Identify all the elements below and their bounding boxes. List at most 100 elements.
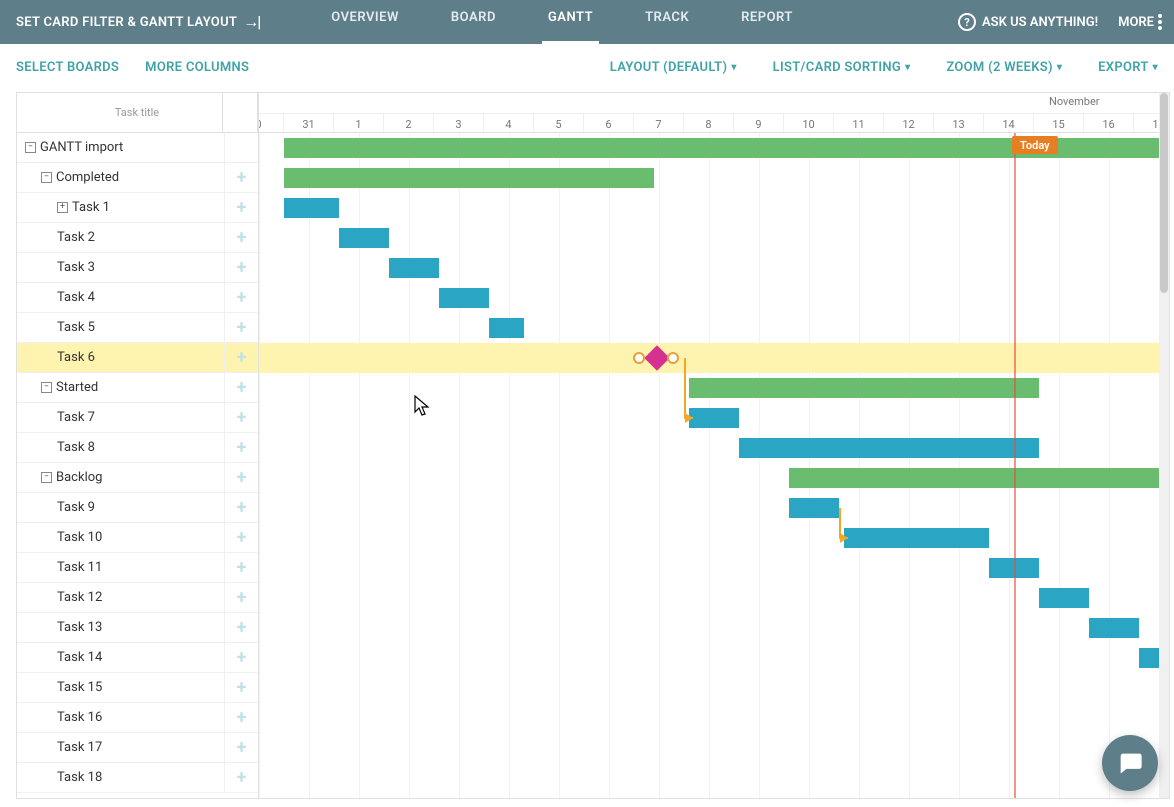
gantt-bar-t7[interactable] bbox=[689, 408, 739, 428]
add-subtask-button[interactable]: + bbox=[224, 763, 258, 792]
task-row-t7[interactable]: Task 7+ bbox=[17, 403, 258, 433]
task-row-t5[interactable]: Task 5+ bbox=[17, 313, 258, 343]
gantt-bar-t8[interactable] bbox=[739, 438, 1039, 458]
chart-row-t17[interactable] bbox=[259, 733, 1169, 763]
add-subtask-button[interactable]: + bbox=[224, 163, 258, 192]
chat-launcher-button[interactable] bbox=[1102, 735, 1158, 791]
tab-report[interactable]: REPORT bbox=[735, 10, 799, 44]
gantt-chart[interactable]: 0311234567891011121314151617 November To… bbox=[259, 93, 1169, 798]
right-item-layout-default[interactable]: LAYOUT (DEFAULT)▾ bbox=[610, 60, 737, 75]
more-menu-button[interactable]: MORE bbox=[1118, 14, 1162, 30]
add-subtask-button[interactable]: + bbox=[224, 313, 258, 342]
toolbar: SELECT BOARDS MORE COLUMNS LAYOUT (DEFAUL… bbox=[0, 44, 1174, 90]
vertical-scrollbar[interactable] bbox=[1159, 93, 1169, 798]
task-row-t16[interactable]: Task 16+ bbox=[17, 703, 258, 733]
gantt-bar-t12[interactable] bbox=[1039, 588, 1089, 608]
task-row-t18[interactable]: Task 18+ bbox=[17, 763, 258, 793]
task-row-t11[interactable]: Task 11+ bbox=[17, 553, 258, 583]
add-subtask-button[interactable]: + bbox=[224, 433, 258, 462]
task-row-t2[interactable]: Task 2+ bbox=[17, 223, 258, 253]
chart-row-t2[interactable] bbox=[259, 223, 1169, 253]
scrollbar-thumb[interactable] bbox=[1160, 93, 1168, 293]
task-row-label-wrap: Task 5 bbox=[17, 320, 224, 335]
gantt-bar-t13[interactable] bbox=[1089, 618, 1139, 638]
tab-overview[interactable]: OVERVIEW bbox=[325, 10, 405, 44]
chart-row-t16[interactable] bbox=[259, 703, 1169, 733]
chart-row-t10[interactable] bbox=[259, 523, 1169, 553]
add-subtask-button[interactable]: + bbox=[224, 553, 258, 582]
gantt-bar-t1[interactable] bbox=[284, 198, 339, 218]
task-row-t12[interactable]: Task 12+ bbox=[17, 583, 258, 613]
chart-row-t13[interactable] bbox=[259, 613, 1169, 643]
collapse-icon[interactable]: − bbox=[41, 382, 52, 393]
tab-track[interactable]: TRACK bbox=[639, 10, 695, 44]
gantt-bar-t9[interactable] bbox=[789, 498, 839, 518]
task-row-t15[interactable]: Task 15+ bbox=[17, 673, 258, 703]
add-subtask-button[interactable]: + bbox=[224, 373, 258, 402]
task-row-t8[interactable]: Task 8+ bbox=[17, 433, 258, 463]
left-item-select-boards[interactable]: SELECT BOARDS bbox=[16, 60, 119, 75]
chart-row-t12[interactable] bbox=[259, 583, 1169, 613]
gantt-bar-t5[interactable] bbox=[489, 318, 524, 338]
right-item-export[interactable]: EXPORT▾ bbox=[1098, 60, 1158, 75]
chart-row-t15[interactable] bbox=[259, 673, 1169, 703]
task-row-t6[interactable]: Task 6+ bbox=[17, 343, 258, 373]
chart-row-t9[interactable] bbox=[259, 493, 1169, 523]
task-row-t10[interactable]: Task 10+ bbox=[17, 523, 258, 553]
tab-board[interactable]: BOARD bbox=[445, 10, 502, 44]
add-subtask-button[interactable]: + bbox=[224, 673, 258, 702]
chart-row-t14[interactable] bbox=[259, 643, 1169, 673]
right-item-zoom-2-weeks[interactable]: ZOOM (2 WEEKS)▾ bbox=[946, 60, 1062, 75]
add-subtask-button[interactable]: + bbox=[224, 493, 258, 522]
task-row-t14[interactable]: Task 14+ bbox=[17, 643, 258, 673]
chart-row-t1[interactable] bbox=[259, 193, 1169, 223]
task-row-backlog[interactable]: −Backlog+ bbox=[17, 463, 258, 493]
gantt-bar-started[interactable] bbox=[689, 378, 1039, 398]
task-row-root[interactable]: −GANTT import bbox=[17, 133, 258, 163]
add-subtask-button[interactable]: + bbox=[224, 463, 258, 492]
milestone-handle-right[interactable] bbox=[667, 352, 679, 364]
gantt-bar-t4[interactable] bbox=[439, 288, 489, 308]
task-row-t4[interactable]: Task 4+ bbox=[17, 283, 258, 313]
add-subtask-button[interactable]: + bbox=[224, 583, 258, 612]
task-row-started[interactable]: −Started+ bbox=[17, 373, 258, 403]
add-subtask-button[interactable]: + bbox=[224, 523, 258, 552]
milestone-handle-left[interactable] bbox=[633, 352, 645, 364]
left-item-more-columns[interactable]: MORE COLUMNS bbox=[145, 60, 249, 75]
add-subtask-button[interactable]: + bbox=[224, 223, 258, 252]
chart-row-t18[interactable] bbox=[259, 763, 1169, 793]
gantt-bar-completed[interactable] bbox=[284, 168, 654, 188]
expand-icon[interactable]: + bbox=[57, 202, 68, 213]
gantt-body[interactable]: Today bbox=[259, 133, 1169, 798]
collapse-icon[interactable]: − bbox=[25, 142, 36, 153]
add-subtask-button[interactable]: + bbox=[224, 283, 258, 312]
add-subtask-button[interactable]: + bbox=[224, 613, 258, 642]
add-subtask-button[interactable]: + bbox=[224, 643, 258, 672]
right-item-list-card-sorting[interactable]: LIST/CARD SORTING▾ bbox=[773, 60, 911, 75]
task-row-t17[interactable]: Task 17+ bbox=[17, 733, 258, 763]
task-row-t1[interactable]: +Task 1+ bbox=[17, 193, 258, 223]
add-subtask-button[interactable]: + bbox=[224, 403, 258, 432]
tab-gantt[interactable]: GANTT bbox=[542, 10, 599, 44]
task-row-completed[interactable]: −Completed+ bbox=[17, 163, 258, 193]
gantt-bar-t10[interactable] bbox=[844, 528, 989, 548]
gantt-bar-backlog[interactable] bbox=[789, 468, 1169, 488]
set-filter-button[interactable]: SET CARD FILTER & GANTT LAYOUT →| bbox=[0, 0, 275, 44]
ask-us-anything-button[interactable]: ? ASK US ANYTHING! bbox=[958, 13, 1098, 31]
add-subtask-button[interactable]: + bbox=[224, 253, 258, 282]
gantt-bar-t2[interactable] bbox=[339, 228, 389, 248]
chart-row-t4[interactable] bbox=[259, 283, 1169, 313]
add-subtask-button[interactable]: + bbox=[224, 193, 258, 222]
collapse-icon[interactable]: − bbox=[41, 472, 52, 483]
add-subtask-button[interactable]: + bbox=[224, 703, 258, 732]
add-subtask-button[interactable]: + bbox=[224, 733, 258, 762]
chart-row-t6[interactable] bbox=[259, 343, 1169, 373]
add-subtask-button[interactable]: + bbox=[224, 343, 258, 372]
collapse-icon[interactable]: − bbox=[41, 172, 52, 183]
task-row-t3[interactable]: Task 3+ bbox=[17, 253, 258, 283]
today-tag[interactable]: Today bbox=[1012, 136, 1058, 154]
gantt-bar-t3[interactable] bbox=[389, 258, 439, 278]
chart-row-t5[interactable] bbox=[259, 313, 1169, 343]
task-row-t13[interactable]: Task 13+ bbox=[17, 613, 258, 643]
task-row-t9[interactable]: Task 9+ bbox=[17, 493, 258, 523]
